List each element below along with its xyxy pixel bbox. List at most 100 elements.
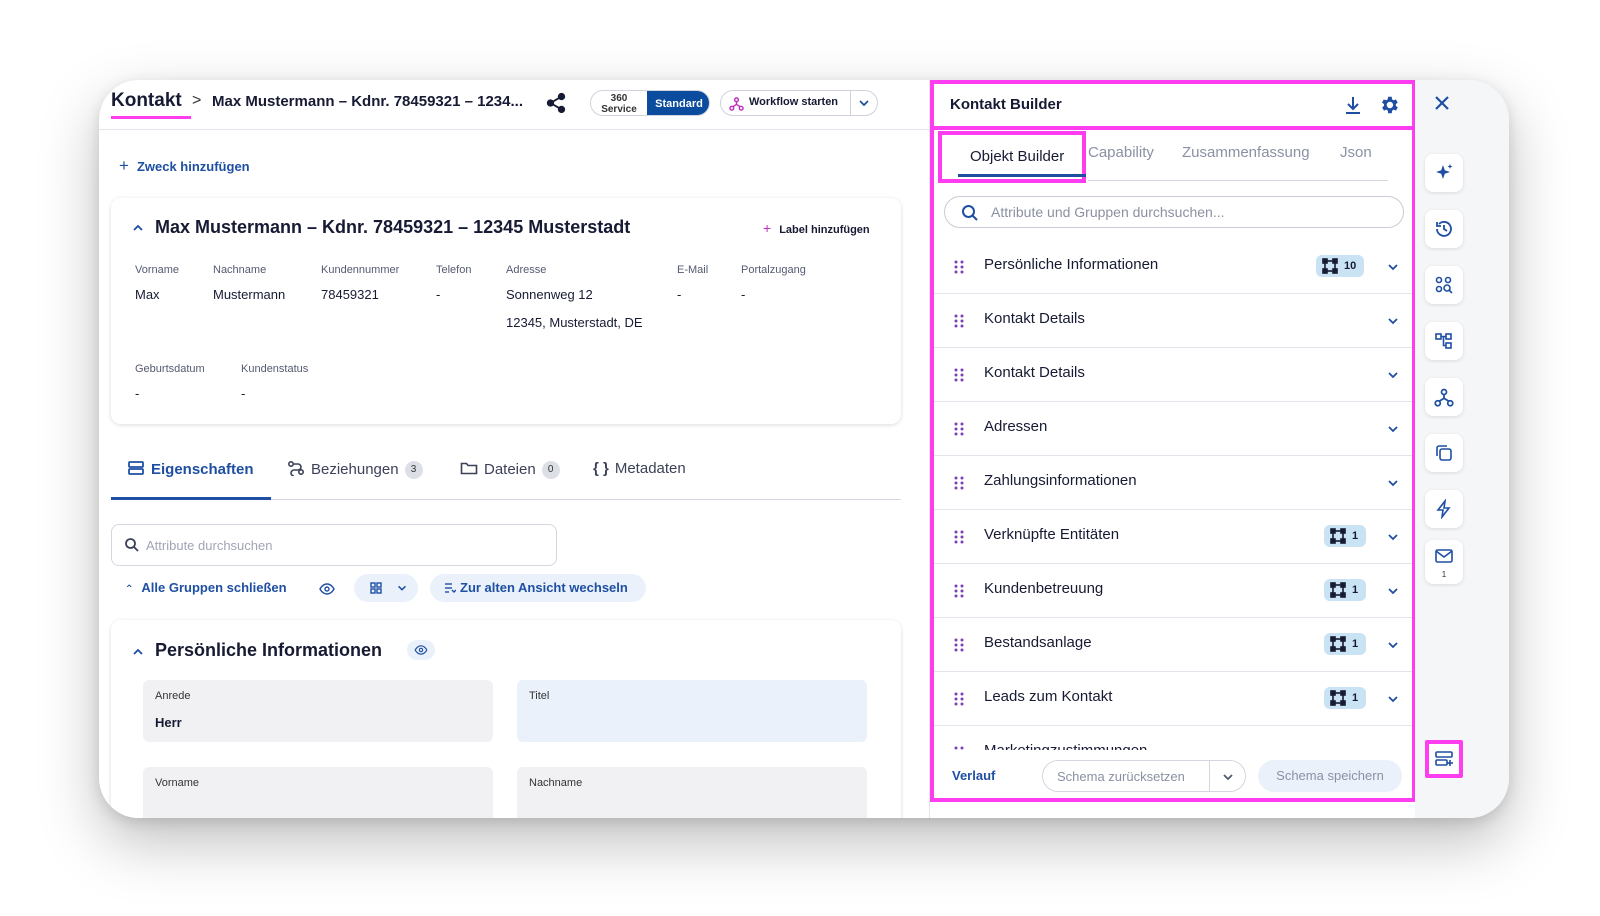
search-icon <box>125 538 139 552</box>
drag-handle-icon[interactable] <box>954 638 964 652</box>
group-title: Persönliche Informationen <box>155 640 383 660</box>
tab-zusammenfassung[interactable]: Zusammenfassung <box>1182 144 1310 161</box>
drag-handle-icon[interactable] <box>954 476 964 490</box>
drag-handle-icon[interactable] <box>954 314 964 328</box>
mail-button[interactable]: 1 <box>1425 540 1463 584</box>
switch-old-view-button[interactable]: Zur alten Ansicht wechseln <box>430 574 646 602</box>
tab-capability[interactable]: Capability <box>1088 144 1154 161</box>
tabs-divider <box>1088 180 1388 181</box>
builder-footer: Verlauf Schema zurücksetzen Schema speic… <box>934 750 1412 798</box>
builder-header: Kontakt Builder <box>930 80 1416 130</box>
field-label: Nachname <box>529 777 583 789</box>
chevron-down-icon[interactable] <box>1386 422 1400 436</box>
field-label: Adresse <box>506 264 547 276</box>
chevron-down-icon[interactable] <box>1386 314 1400 328</box>
ai-sparkle-button[interactable] <box>1425 154 1463 192</box>
record-title: Max Mustermann – Kdnr. 78459321 – 1234..… <box>212 93 523 110</box>
list-item[interactable]: Persönliche Informationen 10 <box>934 240 1412 294</box>
share-icon[interactable] <box>545 92 567 114</box>
workflow-start-label: Workflow starten <box>749 96 839 108</box>
drag-handle-icon[interactable] <box>954 422 964 436</box>
attribute-search-input[interactable]: Attribute durchsuchen <box>111 524 557 566</box>
chevron-up-icon[interactable] <box>131 646 145 658</box>
eye-icon[interactable] <box>319 583 335 595</box>
list-item[interactable]: Verknüpfte Entitäten 1 <box>934 510 1412 564</box>
drag-handle-icon[interactable] <box>954 584 964 598</box>
group-name: Zahlungsinformationen <box>984 472 1137 489</box>
lightning-icon <box>1436 499 1451 519</box>
field-nachname[interactable]: Nachname <box>517 767 867 818</box>
tab-dateien[interactable]: Dateien 0 <box>460 460 560 480</box>
history-link[interactable]: Verlauf <box>952 768 995 783</box>
layout-view-dropdown[interactable] <box>354 574 418 602</box>
close-all-groups-button[interactable]: ⌃ Alle Gruppen schließen <box>125 580 287 595</box>
list-item[interactable]: Leads zum Kontakt 1 <box>934 672 1412 726</box>
reset-schema-split-button[interactable]: Schema zurücksetzen <box>1042 760 1246 792</box>
drag-handle-icon[interactable] <box>954 530 964 544</box>
add-purpose-button[interactable]: + Zweck hinzufügen <box>119 156 250 176</box>
tab-eigenschaften[interactable]: Eigenschaften <box>127 460 254 478</box>
tab-json[interactable]: Json <box>1340 144 1372 161</box>
hierarchy-button[interactable] <box>1425 322 1463 360</box>
field-titel[interactable]: Titel <box>517 680 867 742</box>
chevron-down-icon[interactable] <box>1386 638 1400 652</box>
chevron-down-icon[interactable] <box>1386 584 1400 598</box>
chevron-down-icon[interactable] <box>1386 530 1400 544</box>
gear-icon[interactable] <box>1378 94 1400 116</box>
object-builder-button[interactable] <box>1425 740 1463 778</box>
chevron-down-icon[interactable] <box>1386 260 1400 274</box>
chevron-down-icon[interactable] <box>1386 476 1400 490</box>
nodes-icon <box>1330 636 1346 652</box>
group-name: Persönliche Informationen <box>984 256 1159 273</box>
hierarchy-icon <box>1435 333 1452 349</box>
list-item[interactable]: Marketingzustimmungen <box>934 726 1412 750</box>
workflow-icon <box>729 97 744 111</box>
chevron-down-icon[interactable] <box>857 96 871 110</box>
attribute-count-badge: 1 <box>1324 633 1367 655</box>
view-toggle-360-service[interactable]: 360 Service <box>591 91 647 115</box>
list-item[interactable]: Bestandsanlage 1 <box>934 618 1412 672</box>
add-label-button[interactable]: + Label hinzufügen <box>763 220 870 236</box>
copy-button[interactable] <box>1425 434 1463 472</box>
chevron-down-icon[interactable] <box>1386 368 1400 382</box>
groups-button[interactable] <box>1425 266 1463 304</box>
list-item[interactable]: Kundenbetreuung 1 <box>934 564 1412 618</box>
tab-objekt-builder[interactable]: Objekt Builder <box>938 131 1086 183</box>
drag-handle-icon[interactable] <box>954 260 964 274</box>
workflow-button[interactable] <box>1425 378 1463 416</box>
list-icon <box>128 461 144 475</box>
save-schema-button[interactable]: Schema speichern <box>1258 760 1402 792</box>
switch-view-icon <box>445 583 456 593</box>
breadcrumb-root[interactable]: Kontakt <box>111 90 182 112</box>
chevron-down-icon[interactable] <box>1221 770 1235 784</box>
drag-handle-icon[interactable] <box>954 368 964 382</box>
automation-button[interactable] <box>1425 490 1463 528</box>
history-button[interactable] <box>1425 210 1463 248</box>
list-item[interactable]: Kontakt Details <box>934 348 1412 402</box>
nodes-icon <box>1322 258 1338 274</box>
record-header: Kontakt > Max Mustermann – Kdnr. 7845932… <box>99 80 929 130</box>
workflow-start-button[interactable]: Workflow starten <box>720 90 878 116</box>
split-divider <box>1209 761 1210 791</box>
chevron-up-icon[interactable] <box>131 222 145 234</box>
tab-beziehungen[interactable]: Beziehungen 3 <box>287 460 423 480</box>
tab-metadaten[interactable]: { } Metadaten <box>593 460 686 477</box>
field-value: - <box>436 287 441 302</box>
field-value: - <box>677 287 682 302</box>
builder-search-input[interactable]: Attribute und Gruppen durchsuchen... <box>944 196 1404 228</box>
list-item[interactable]: Zahlungsinformationen <box>934 456 1412 510</box>
field-vorname[interactable]: Vorname <box>143 767 493 818</box>
field-value: - <box>741 287 746 302</box>
group-visibility-toggle[interactable] <box>407 640 435 660</box>
plus-icon: + <box>119 156 129 175</box>
drag-handle-icon[interactable] <box>954 692 964 706</box>
list-item[interactable]: Adressen <box>934 402 1412 456</box>
field-anrede[interactable]: Anrede Herr <box>143 680 493 742</box>
view-toggle-standard[interactable]: Standard <box>647 91 709 115</box>
close-icon[interactable] <box>1431 92 1453 114</box>
chevron-down-icon[interactable] <box>1386 692 1400 706</box>
field-label: Geburtsdatum <box>135 363 205 375</box>
download-icon[interactable] <box>1342 94 1364 116</box>
braces-icon: { } <box>593 460 609 477</box>
list-item[interactable]: Kontakt Details <box>934 294 1412 348</box>
